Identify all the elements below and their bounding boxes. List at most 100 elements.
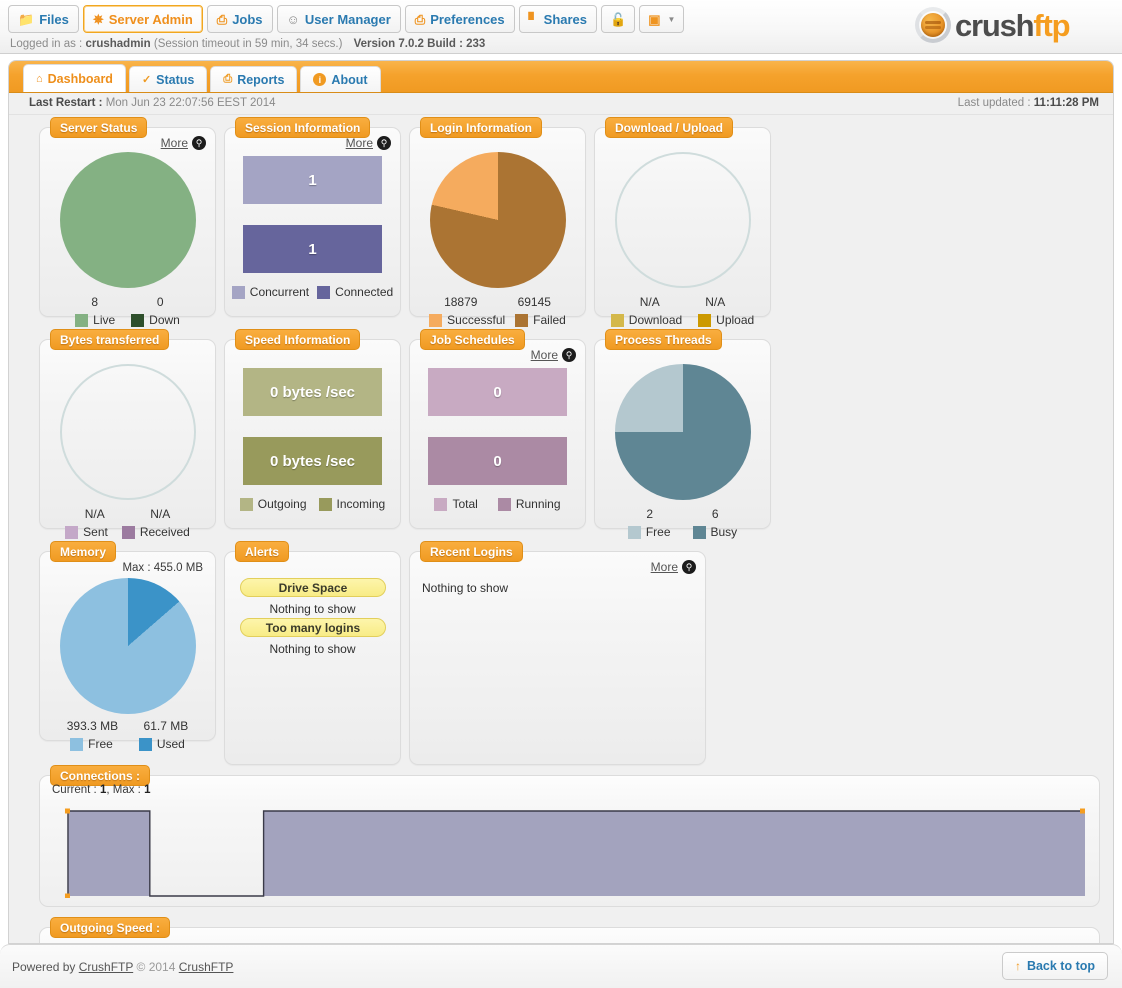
widget-job-schedules: Job Schedules More ⚲ 0 0 Total Running: [409, 329, 586, 529]
check-icon: ✓: [141, 74, 152, 86]
current-label: Current :: [52, 784, 97, 796]
tab-reports[interactable]: ⎙ Reports: [210, 66, 298, 92]
legend-swatch: [75, 313, 89, 327]
memory-pie: [40, 578, 215, 714]
legend-item-upload: Upload: [698, 313, 754, 327]
back-to-top-button[interactable]: ↑ Back to top: [1001, 952, 1108, 980]
folder-icon: 📁: [18, 11, 35, 27]
toolbar-button-user-manager[interactable]: ☺ User Manager: [276, 5, 401, 33]
legend-item-total: Total: [434, 497, 478, 511]
widget-session-information: Session Information More ⚲ 1 1 Concurren…: [224, 117, 401, 317]
widget-title: Speed Information: [235, 329, 361, 350]
memory-values: 393.3 MB 61.7 MB: [40, 719, 215, 733]
last-restart-label: Last Restart :: [29, 97, 103, 109]
legend-label: Free: [88, 737, 113, 751]
session-timeout-text: (Session timeout in 59 min, 34 secs.): [153, 38, 343, 50]
value-sent: N/A: [84, 507, 105, 521]
more-link-server-status[interactable]: More ⚲: [161, 136, 206, 150]
footer-credit: Powered by CrushFTP © 2014 CrushFTP: [12, 960, 233, 974]
tab-about[interactable]: i About: [300, 66, 381, 92]
download-upload-legend: Download Upload: [595, 313, 770, 327]
session-information-legend: Concurrent Connected: [225, 285, 400, 299]
tab-dashboard[interactable]: ⌂ Dashboard: [23, 64, 126, 92]
alert-name: Drive Space: [278, 580, 348, 595]
toolbar-button-shares[interactable]: ▘ Shares: [518, 5, 598, 33]
value-down: 0: [156, 295, 164, 309]
alert-drive-space[interactable]: Drive Space: [240, 578, 386, 597]
widget-title: Bytes transferred: [50, 329, 170, 350]
legend-swatch: [434, 497, 448, 511]
widget-alerts: Alerts Drive Space Nothing to show Too m…: [224, 541, 401, 765]
legend-item-free: Free: [627, 525, 671, 539]
toolbar-button-theme[interactable]: ▣ ▼: [639, 5, 685, 33]
last-restart-value: Mon Jun 23 22:07:56 EEST 2014: [105, 97, 276, 109]
download-upload-pie: [595, 152, 770, 288]
toolbar-button-files[interactable]: 📁 Files: [8, 5, 79, 33]
value-failed: 69145: [517, 295, 551, 309]
legend-label: Sent: [83, 525, 108, 539]
max-value: 1: [144, 784, 151, 796]
toolbar-button-label: Server Admin: [108, 11, 193, 27]
process-threads-legend: Free Busy: [595, 525, 770, 539]
widget-title: Job Schedules: [420, 329, 525, 350]
tab-label: Status: [156, 72, 195, 87]
bar-value: 0 bytes /sec: [269, 383, 356, 401]
download-upload-values: N/A N/A: [595, 295, 770, 309]
toolbar-button-jobs[interactable]: ⎙ Jobs: [206, 5, 273, 33]
legend-swatch: [318, 497, 332, 511]
clipboard-icon: ⎙: [216, 11, 228, 27]
legend-label: Received: [139, 525, 190, 539]
dashboard-panel: ⌂ Dashboard ✓ Status ⎙ Reports i About L…: [8, 60, 1114, 944]
bar-value: 0: [493, 452, 502, 470]
last-updated-value: 11:11:28 PM: [1033, 97, 1099, 109]
bar-value: 1: [308, 240, 317, 258]
value-upload: N/A: [705, 295, 726, 309]
version-text: Version 7.0.2 Build : 233: [353, 38, 486, 50]
server-status-legend: Live Down: [40, 313, 215, 327]
bytes-transferred-values: N/A N/A: [40, 507, 215, 521]
more-link-recent-logins[interactable]: More ⚲: [651, 560, 696, 574]
toolbar-button-label: Preferences: [430, 11, 505, 27]
more-link-job-schedules[interactable]: More ⚲: [531, 348, 576, 362]
alert-too-many-logins[interactable]: Too many logins: [240, 618, 386, 637]
login-information-values: 18879 69145: [410, 295, 585, 309]
tab-status[interactable]: ✓ Status: [128, 66, 208, 92]
legend-item-used: Used: [138, 737, 185, 751]
last-restart: Last Restart : Mon Jun 23 22:07:56 EEST …: [29, 97, 276, 109]
legend-swatch: [138, 737, 152, 751]
toolbar-button-server-admin[interactable]: ✵ Server Admin: [82, 5, 203, 33]
more-label: More: [650, 560, 678, 574]
process-threads-values: 2 6: [595, 507, 770, 521]
bar-total: 0: [428, 368, 567, 416]
legend-swatch: [497, 497, 511, 511]
legend-item-connected: Connected: [317, 285, 393, 299]
widget-recent-logins: Recent Logins More ⚲ Nothing to show: [409, 541, 706, 765]
legend-swatch: [65, 525, 79, 539]
legend-item-concurrent: Concurrent: [231, 285, 309, 299]
bar-running: 0: [428, 437, 567, 485]
legend-swatch: [627, 525, 641, 539]
last-updated: Last updated : 11:11:28 PM: [958, 97, 1099, 109]
memory-max-label: Max : 455.0 MB: [122, 562, 203, 574]
legend-item-failed: Failed: [515, 313, 566, 327]
alert-name: Too many logins: [265, 620, 361, 635]
copyright-text: © 2014: [136, 960, 176, 974]
status-subbar: Last Restart : Mon Jun 23 22:07:56 EEST …: [9, 93, 1113, 115]
toolbar-button-preferences[interactable]: ⎙ Preferences: [404, 5, 515, 33]
legend-item-sent: Sent: [65, 525, 108, 539]
job-schedules-legend: Total Running: [410, 497, 585, 511]
legend-label: Running: [515, 497, 561, 511]
crushftp-link[interactable]: CrushFTP: [79, 960, 133, 974]
process-threads-pie: [595, 364, 770, 500]
crushftp-link-2[interactable]: CrushFTP: [179, 960, 234, 974]
chevron-down-icon: ▼: [667, 14, 676, 24]
legend-item-busy: Busy: [692, 525, 737, 539]
value-successful: 18879: [444, 295, 478, 309]
widget-title: Outgoing Speed :: [50, 917, 170, 938]
more-link-session-information[interactable]: More ⚲: [346, 136, 391, 150]
toolbar-button-lock[interactable]: 🔓: [601, 5, 636, 33]
login-information-pie: [410, 152, 585, 288]
padlock-icon: 🔓: [610, 11, 627, 27]
widget-outgoing-speed: Outgoing Speed :: [39, 917, 1100, 943]
max-label: , Max :: [106, 784, 141, 796]
